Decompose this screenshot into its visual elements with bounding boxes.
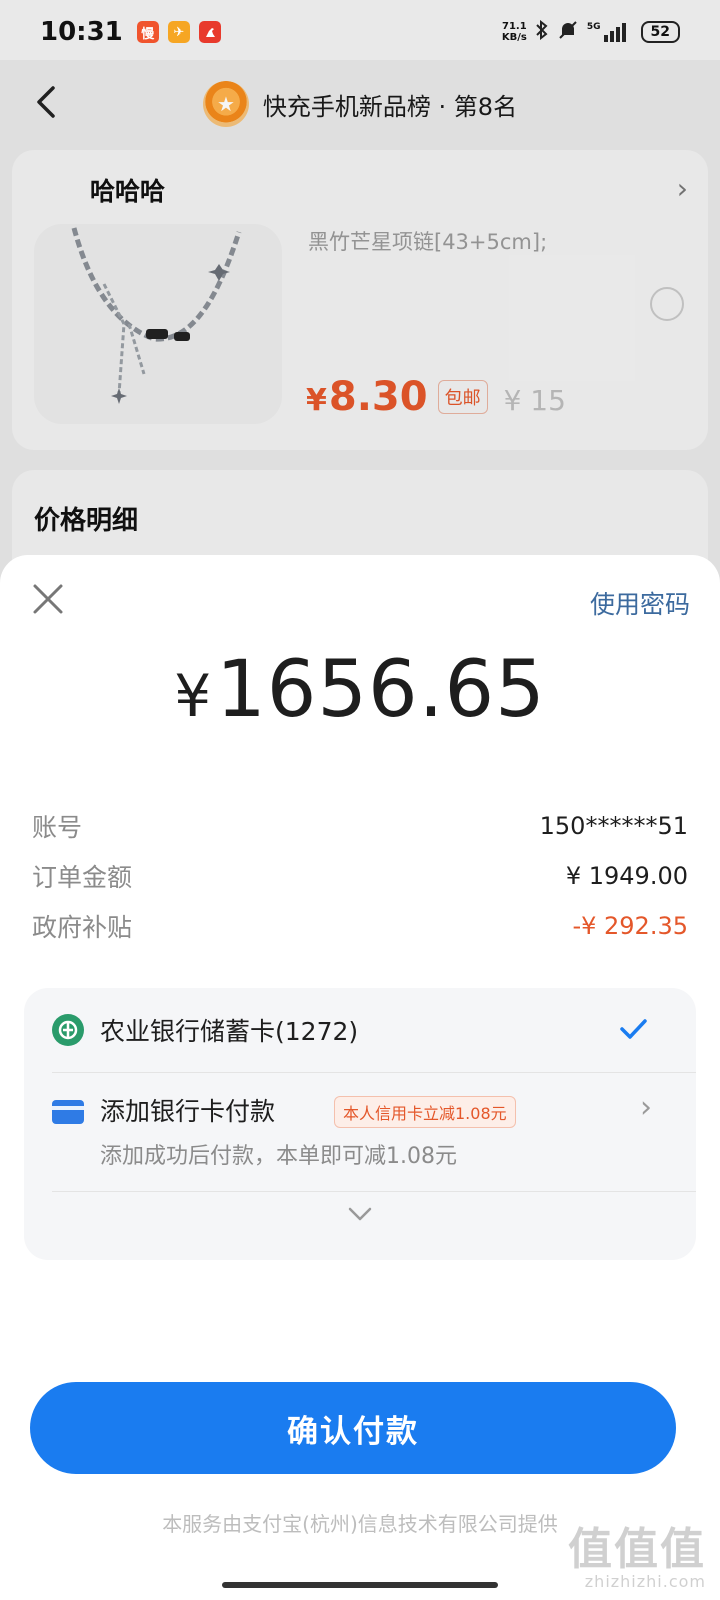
- account-label: 账号: [32, 813, 83, 842]
- watermark: 值值值 zhizhizhi.com: [568, 1524, 706, 1592]
- add-card-label[interactable]: 添加银行卡付款: [100, 1092, 275, 1128]
- bluetooth-icon: [535, 19, 549, 45]
- slow-app-icon: 慢: [136, 21, 159, 43]
- home-indicator[interactable]: [222, 1582, 498, 1588]
- divider: [52, 1072, 696, 1073]
- status-icons: 71.1 KB/s 5G 52: [502, 19, 680, 46]
- order-amount-label: 订单金额: [32, 863, 133, 892]
- divider: [52, 1191, 696, 1192]
- subsidy-label: 政府补贴: [32, 913, 133, 942]
- signal-icon: 5G: [587, 22, 629, 42]
- close-icon: [33, 584, 63, 614]
- method-abc-debit[interactable]: 农业银行储蓄卡(1272): [24, 988, 696, 1072]
- subsidy-value: -¥ 292.35: [572, 912, 688, 940]
- network-speed: 71.1 KB/s: [501, 21, 527, 43]
- status-time: 10:31: [40, 17, 123, 47]
- payment-amount: ¥1656.65: [174, 645, 546, 735]
- account-value: 150******51: [539, 812, 688, 840]
- promo-badge: 本人信用卡立减1.08元: [334, 1096, 516, 1128]
- order-amount-row: 订单金额 ¥ 1949.00: [32, 858, 688, 894]
- confirm-payment-button[interactable]: 确认付款: [30, 1382, 676, 1474]
- bank-card-name: 农业银行储蓄卡(1272): [100, 1017, 359, 1046]
- order-amount-value: ¥ 1949.00: [565, 862, 688, 890]
- chevron-down-icon[interactable]: [346, 1200, 374, 1228]
- add-card-subtitle: 添加成功后付款，本单即可减1.08元: [100, 1144, 457, 1169]
- bank-card-icon: [52, 1100, 84, 1124]
- check-icon: [620, 1019, 647, 1039]
- kangaroo-app-icon: [198, 21, 221, 43]
- use-password-link[interactable]: 使用密码: [590, 585, 690, 621]
- subsidy-row: 政府补贴 -¥ 292.35: [32, 908, 688, 944]
- status-bar: 10:31 慢 ✈ 71.1 KB/s 5G 52: [0, 0, 720, 64]
- battery-indicator: 52: [640, 21, 680, 43]
- payment-methods: 农业银行储蓄卡(1272) 添加银行卡付款 本人信用卡立减1.08元 › 添加成…: [24, 988, 696, 1260]
- account-row: 账号 150******51: [32, 808, 688, 844]
- close-button[interactable]: [28, 579, 68, 619]
- abc-bank-icon: [52, 1014, 84, 1046]
- chevron-right-icon[interactable]: ›: [640, 1090, 652, 1125]
- plane-app-icon: ✈: [167, 21, 190, 43]
- mute-bell-icon: [557, 19, 579, 46]
